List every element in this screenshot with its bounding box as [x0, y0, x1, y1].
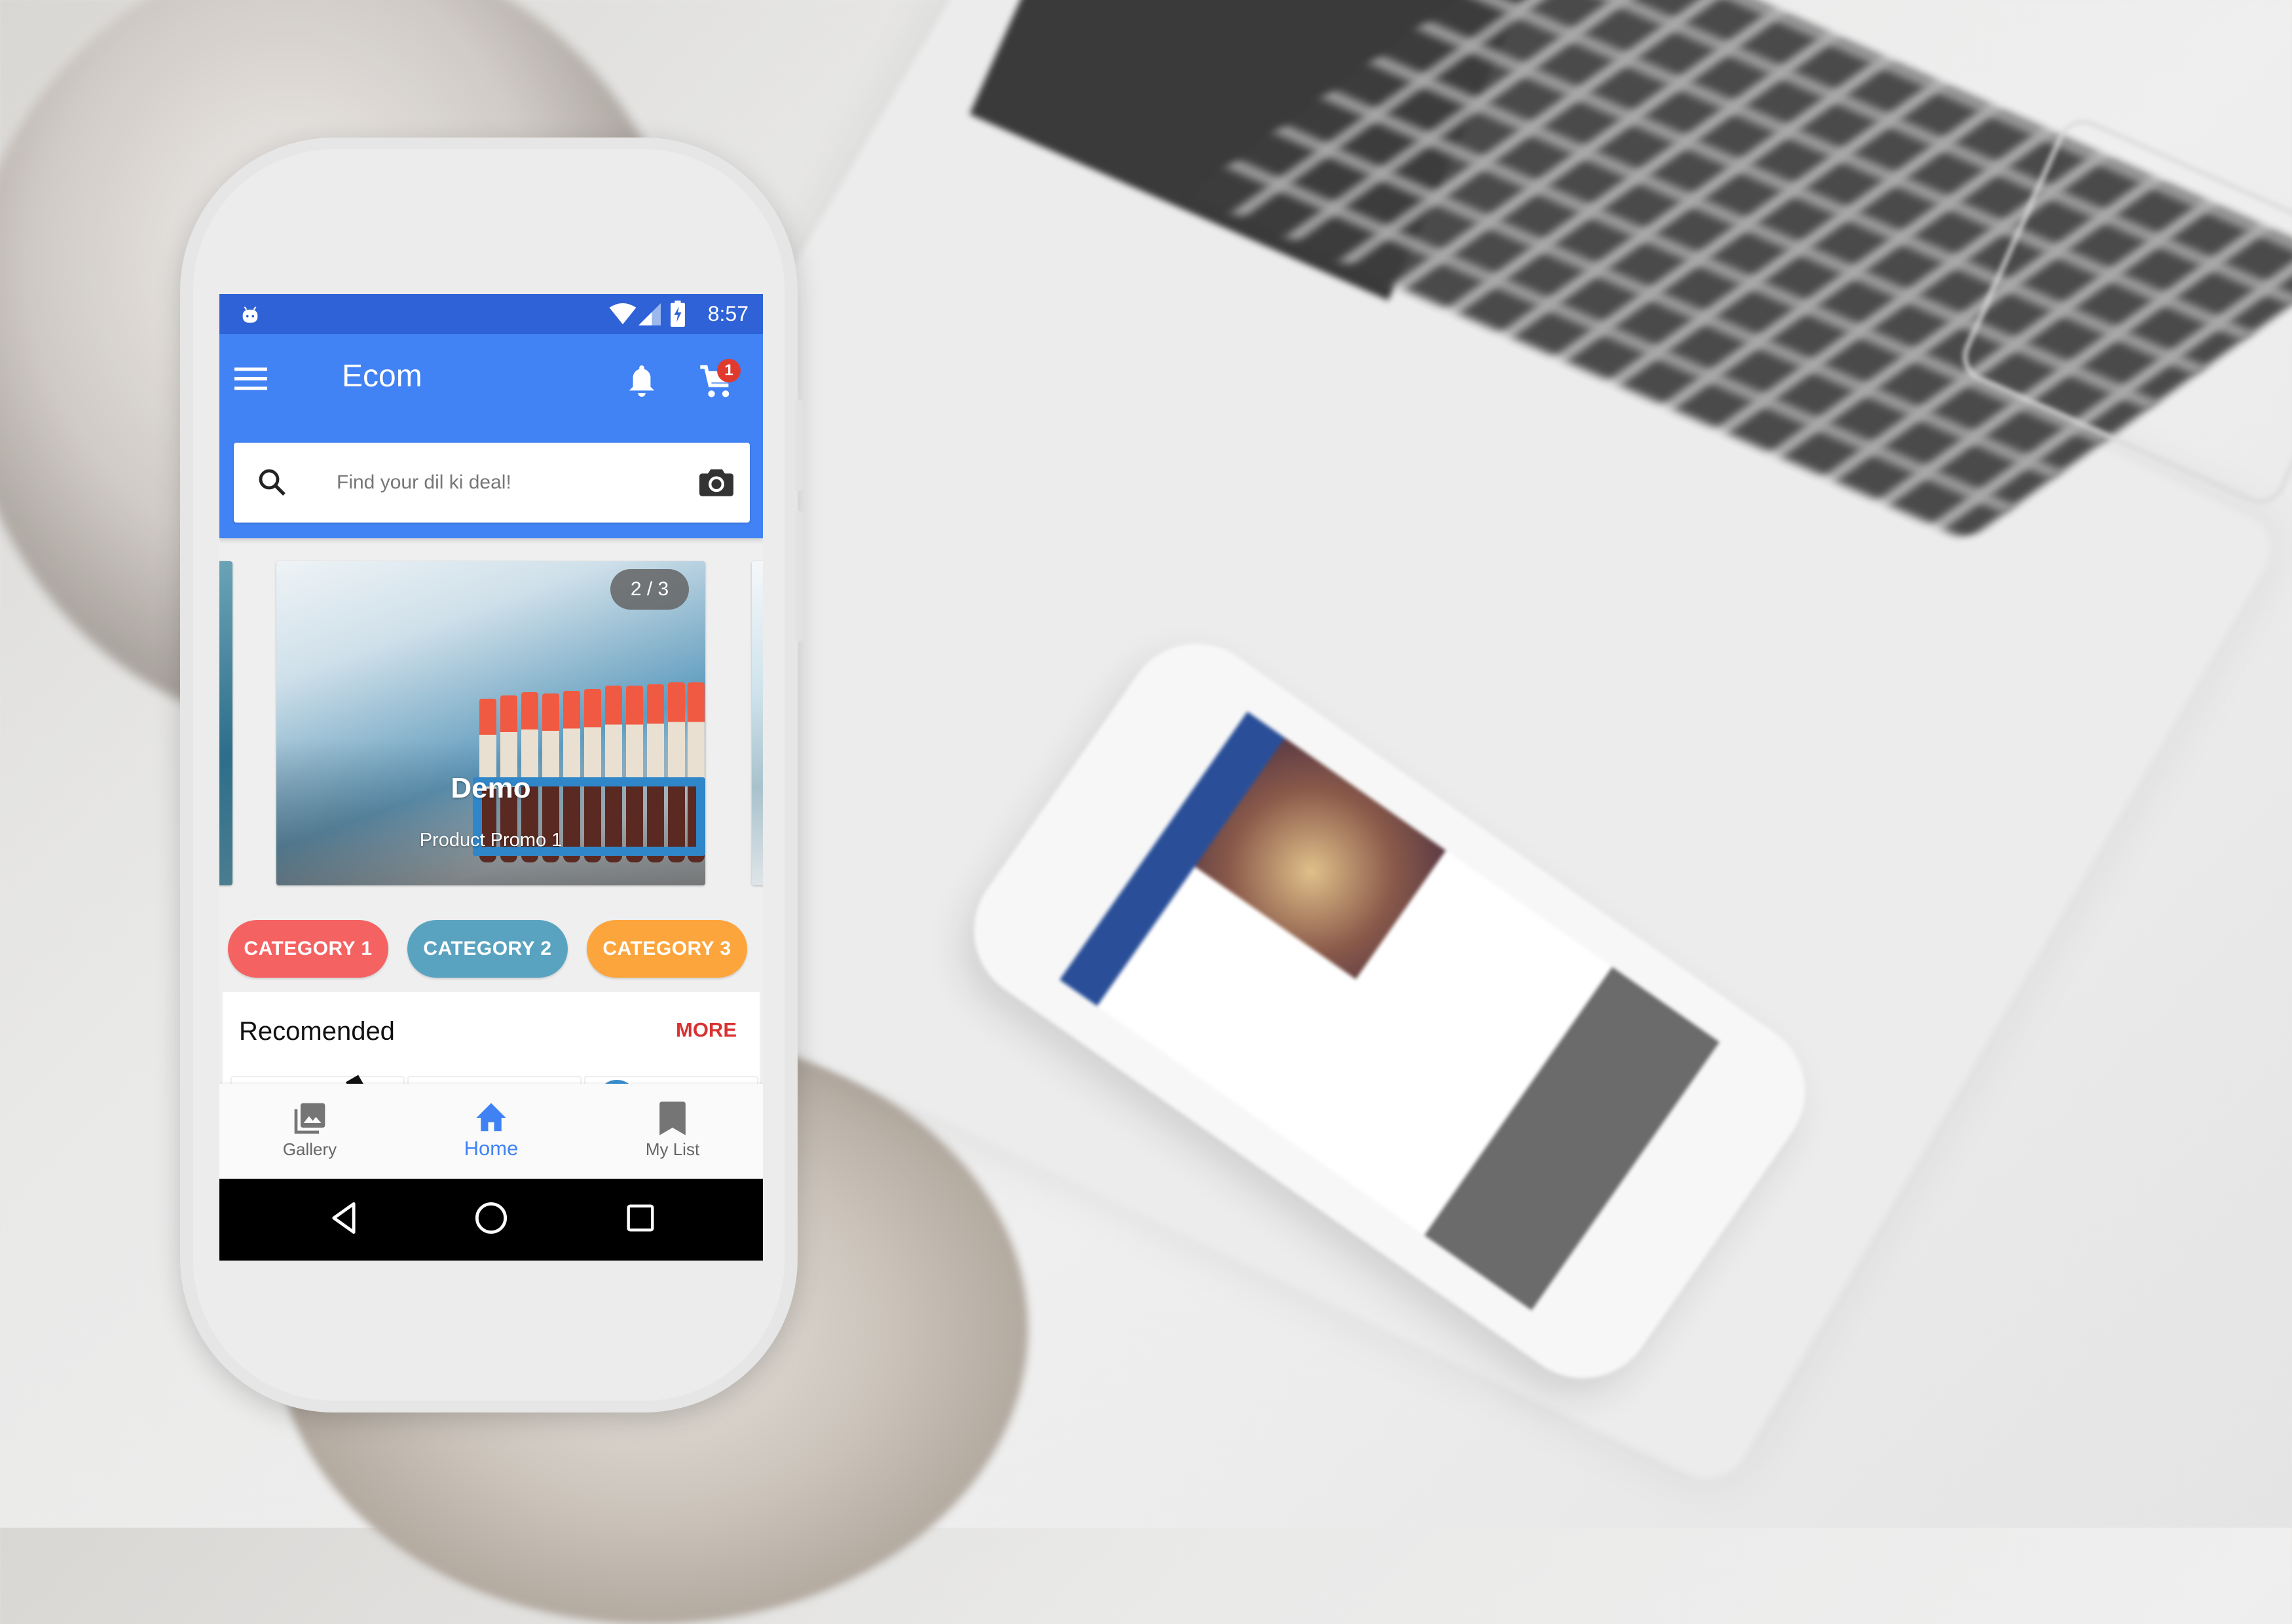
cart-button[interactable]: 1	[691, 358, 741, 407]
nav-gallery[interactable]: Gallery	[219, 1084, 400, 1179]
hamburger-menu-icon	[234, 365, 267, 395]
category-3-button[interactable]: CATEGORY 3	[587, 920, 747, 978]
app-screen: 8:57 Ecom 1 Find your dil ki deal! 2 / 3…	[219, 294, 763, 1261]
nav-home[interactable]: Home	[401, 1084, 582, 1179]
battery-charging-icon	[671, 301, 685, 330]
gallery-icon	[291, 1100, 328, 1140]
recommended-title: Recomended	[239, 1017, 395, 1046]
carousel-slide-next[interactable]	[752, 561, 763, 885]
slide-title: Demo	[451, 772, 531, 804]
promo-carousel[interactable]: 2 / 3 Demo Product Promo 1	[219, 561, 763, 885]
camera-search-button[interactable]	[696, 462, 737, 503]
category-row: CATEGORY 1 CATEGORY 2 CATEGORY 3	[219, 920, 763, 979]
category-1-button[interactable]: CATEGORY 1	[228, 920, 388, 978]
nav-gallery-label: Gallery	[282, 1139, 337, 1159]
slide-subtitle: Product Promo 1	[419, 830, 563, 851]
cart-badge: 1	[717, 359, 741, 382]
search-input[interactable]	[335, 462, 678, 503]
status-bar: 8:57	[219, 294, 763, 334]
search-icon	[257, 467, 288, 502]
nav-my-list-label: My List	[645, 1139, 700, 1159]
system-home-button[interactable]	[465, 1193, 517, 1246]
back-icon	[329, 1201, 359, 1238]
android-debug-icon	[239, 303, 261, 329]
menu-button[interactable]	[232, 361, 269, 398]
volume-button	[795, 399, 803, 491]
nav-my-list[interactable]: My List	[582, 1084, 763, 1179]
nav-home-label: Home	[464, 1137, 519, 1160]
system-back-button[interactable]	[318, 1193, 370, 1246]
bottom-navigation: Gallery Home My List	[219, 1084, 763, 1179]
signal-icon	[638, 303, 661, 329]
search-bar	[234, 443, 750, 523]
carousel-slide-previous[interactable]	[219, 561, 232, 885]
app-bar: Ecom 1	[219, 334, 763, 538]
home-circle-icon	[474, 1201, 508, 1238]
camera-icon	[699, 466, 733, 500]
app-title: Ecom	[342, 359, 422, 394]
carousel-pager: 2 / 3	[610, 569, 689, 610]
bell-icon	[627, 363, 657, 401]
carousel-slide-current[interactable]: 2 / 3 Demo Product Promo 1	[276, 561, 705, 885]
category-2-button[interactable]: CATEGORY 2	[407, 920, 568, 978]
wifi-icon	[609, 303, 637, 329]
system-recents-button[interactable]	[614, 1193, 667, 1246]
recents-icon	[626, 1204, 655, 1236]
background-phone-overlay	[1424, 967, 1720, 1310]
power-button	[795, 511, 803, 642]
status-time: 8:57	[707, 302, 749, 325]
system-navigation-bar	[219, 1179, 763, 1261]
home-icon	[473, 1100, 509, 1139]
bookmark-icon	[657, 1100, 688, 1140]
notifications-button[interactable]	[619, 359, 665, 405]
more-button[interactable]: MORE	[676, 1018, 737, 1042]
